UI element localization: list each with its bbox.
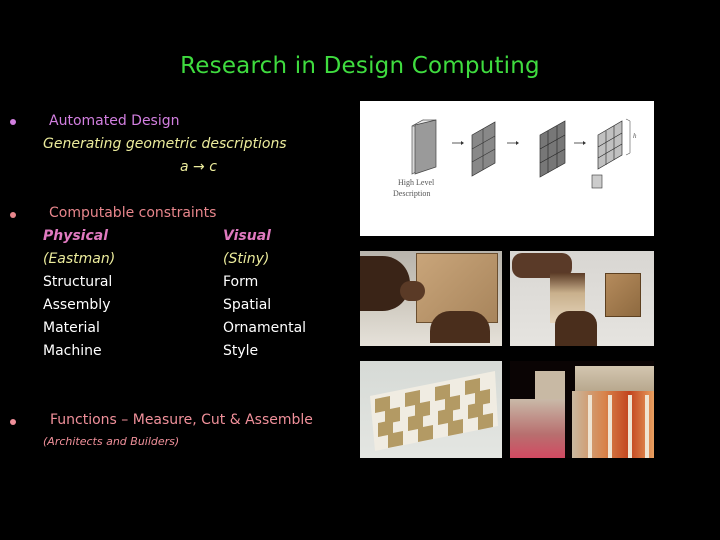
column-physical-header: Physical xyxy=(43,228,109,244)
visual-item: Ornamental xyxy=(223,320,307,336)
section-automated-design: Automated Design xyxy=(49,113,180,129)
model-roof xyxy=(575,366,654,391)
model-column xyxy=(608,395,612,458)
section-functions-sub: (Architects and Builders) xyxy=(43,435,180,448)
visual-item: Style xyxy=(223,343,259,359)
slide-title: Research in Design Computing xyxy=(180,53,540,79)
model-facade xyxy=(572,391,654,458)
arrow-icon xyxy=(507,141,519,145)
physical-item: Machine xyxy=(43,343,102,359)
photo-architectural-model xyxy=(510,361,654,458)
wooden-box xyxy=(605,273,641,317)
physical-item: Structural xyxy=(43,274,113,290)
column-physical-author: (Eastman) xyxy=(43,251,116,267)
section-computable-constraints: Computable constraints xyxy=(49,205,217,221)
photo-hands-assembling-cube xyxy=(360,251,502,346)
column-visual-author: (Stiny) xyxy=(223,251,270,267)
section-functions: Functions – Measure, Cut & Assemble xyxy=(50,412,313,428)
physical-item: Assembly xyxy=(43,297,111,313)
model-wing-left xyxy=(510,399,565,458)
model-column xyxy=(645,395,649,458)
panelization-diagram-svg: High Level Description h xyxy=(393,118,637,198)
column-visual-header: Visual xyxy=(223,228,271,244)
panel-gridded xyxy=(471,121,496,177)
model-roof-left xyxy=(535,371,565,399)
model-column xyxy=(588,395,592,458)
physical-item: Material xyxy=(43,320,100,336)
hand-right xyxy=(430,311,490,343)
bullet-3 xyxy=(10,419,16,425)
bullet-1 xyxy=(10,119,16,125)
visual-item: Spatial xyxy=(223,297,272,313)
diagram-label-1: High Level xyxy=(398,178,435,187)
hand-fingers xyxy=(400,281,425,301)
photo-interlocking-blocks xyxy=(360,361,502,458)
panel-subdivided xyxy=(539,120,566,178)
arrow-icon xyxy=(574,141,586,145)
photo-hands-folding-box xyxy=(510,251,654,346)
formula-a-to-c: a → c xyxy=(180,159,217,175)
diagram-label-2: Description xyxy=(393,189,430,198)
arrow-icon xyxy=(452,141,464,145)
model-column xyxy=(628,395,632,458)
hand-bottom xyxy=(555,311,597,346)
visual-item: Form xyxy=(223,274,259,290)
panel-solid xyxy=(411,119,437,175)
section-automated-design-sub: Generating geometric descriptions xyxy=(43,136,287,152)
panel-components: h xyxy=(591,118,637,189)
bullet-2 xyxy=(10,212,16,218)
dimension-label: h xyxy=(633,132,637,140)
block-wall-svg xyxy=(370,371,498,451)
panelization-diagram: High Level Description h xyxy=(360,101,654,236)
